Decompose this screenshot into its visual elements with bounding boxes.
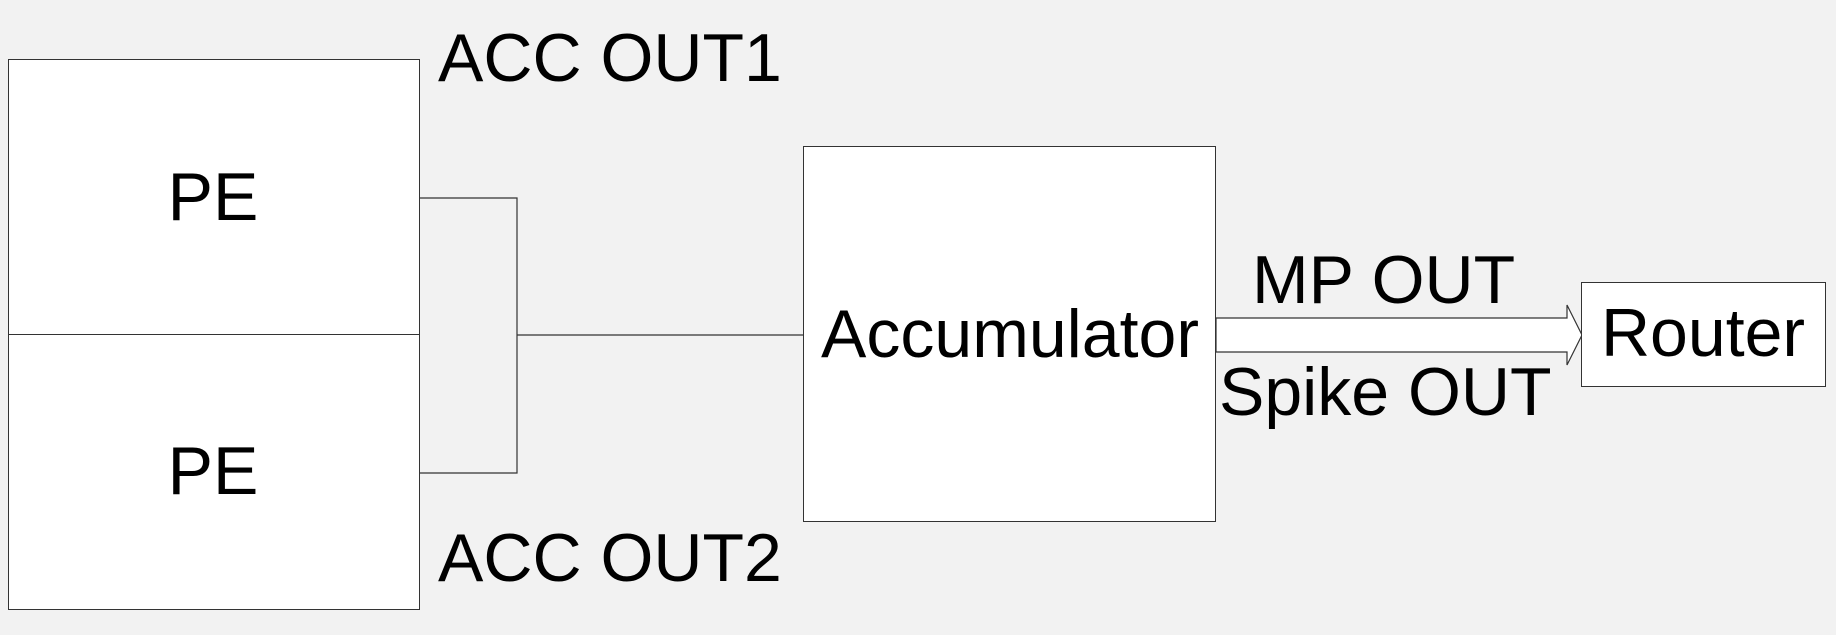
spike-out-label: Spike OUT (1219, 354, 1552, 430)
accumulator-label: Accumulator (821, 296, 1199, 372)
pe-bottom-label: PE (167, 433, 259, 509)
acc-out1-label: ACC OUT1 (438, 20, 782, 96)
block-diagram: PE PE Accumulator Router ACC OUT1 ACC OU… (0, 0, 1836, 635)
acc-out2-label: ACC OUT2 (438, 520, 782, 596)
pe-top-label: PE (167, 159, 259, 235)
acc-out-bracket (420, 197, 518, 474)
router-label: Router (1600, 295, 1806, 371)
mp-out-label: MP OUT (1252, 242, 1516, 318)
